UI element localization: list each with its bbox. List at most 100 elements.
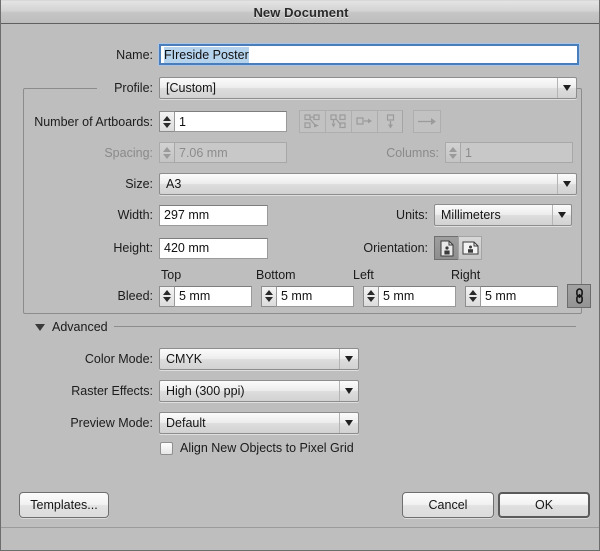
- bleed-left-stepper-group[interactable]: 5 mm: [363, 285, 456, 307]
- name-input-value: FIreside Poster: [164, 46, 249, 63]
- profile-select[interactable]: [Custom]: [159, 77, 577, 99]
- chevron-down-icon[interactable]: [35, 323, 45, 331]
- artboards-row: Number of Artboards: 1: [1, 110, 581, 133]
- units-select-value: Millimeters: [441, 208, 501, 222]
- bleed-left-header: Left: [353, 268, 374, 282]
- color-mode-label: Color Mode:: [84, 352, 153, 366]
- raster-effects-value: High (300 ppi): [166, 384, 245, 398]
- width-label: Width:: [117, 208, 153, 222]
- columns-input: 1: [460, 142, 573, 163]
- units-select[interactable]: Millimeters: [434, 204, 572, 226]
- grid-by-column-icon[interactable]: [325, 110, 351, 133]
- width-units-row: Width: 297 mm Units: Millimeters: [1, 204, 581, 226]
- name-label: Name:: [116, 47, 153, 62]
- stepper-down-icon[interactable]: [163, 122, 171, 128]
- ok-button[interactable]: OK: [498, 492, 590, 518]
- artboards-stepper-group[interactable]: 1: [159, 111, 287, 132]
- raster-effects-select[interactable]: High (300 ppi): [159, 380, 359, 402]
- bleed-top-value: 5 mm: [179, 289, 211, 303]
- arrange-right-icon[interactable]: [351, 110, 377, 133]
- chain-link-icon[interactable]: [567, 284, 591, 308]
- bleed-right-header: Right: [451, 268, 481, 282]
- spacing-columns-row: Spacing: 7.06 mm Columns: 1: [1, 142, 581, 163]
- height-label: Height:: [113, 241, 153, 255]
- bleed-top-header: Top: [161, 268, 182, 282]
- chevron-down-icon: [339, 349, 358, 369]
- bleed-right-stepper-group[interactable]: 5 mm: [465, 285, 558, 307]
- bleed-row: Bleed: 5 mm 5 mm 5 mm 5 mm: [1, 284, 591, 308]
- height-input[interactable]: 420 mm: [159, 237, 268, 259]
- advanced-separator: [114, 326, 576, 327]
- right-arrow-icon[interactable]: [413, 110, 441, 133]
- arrange-down-icon[interactable]: [377, 110, 403, 133]
- size-row: Size: A3: [1, 173, 581, 195]
- profile-row: Profile: [Custom]: [1, 77, 581, 99]
- profile-select-value: [Custom]: [166, 81, 217, 95]
- page-portrait-icon[interactable]: [434, 236, 458, 260]
- color-mode-value: CMYK: [166, 352, 203, 366]
- raster-effects-row: Raster Effects: High (300 ppi): [1, 380, 359, 402]
- bleed-top-stepper-group[interactable]: 5 mm: [159, 285, 252, 307]
- bleed-bottom-stepper[interactable]: [261, 285, 276, 307]
- artboards-input[interactable]: 1: [174, 111, 287, 132]
- columns-stepper-group: 1: [445, 142, 573, 163]
- size-select[interactable]: A3: [159, 173, 577, 195]
- size-label: Size:: [125, 177, 153, 191]
- spacing-input: 7.06 mm: [174, 142, 287, 163]
- artboards-label: Number of Artboards:: [34, 114, 153, 129]
- name-input[interactable]: FIreside Poster: [159, 44, 579, 65]
- align-pixel-grid-row[interactable]: Align New Objects to Pixel Grid: [160, 441, 354, 455]
- cancel-button-label: Cancel: [428, 498, 468, 512]
- color-mode-row: Color Mode: CMYK: [1, 348, 359, 370]
- chevron-down-icon: [552, 205, 571, 225]
- bleed-bottom-stepper-group[interactable]: 5 mm: [261, 285, 354, 307]
- bleed-bottom-input[interactable]: 5 mm: [276, 285, 354, 307]
- bleed-bottom-value: 5 mm: [281, 289, 313, 303]
- dialog-titlebar: New Document: [1, 0, 599, 24]
- cancel-button[interactable]: Cancel: [402, 492, 494, 518]
- templates-button[interactable]: Templates...: [19, 492, 109, 518]
- templates-button-label: Templates...: [30, 498, 98, 512]
- chevron-down-icon: [339, 413, 358, 433]
- color-mode-select[interactable]: CMYK: [159, 348, 359, 370]
- columns-label: Columns:: [386, 145, 439, 160]
- ok-button-label: OK: [534, 498, 554, 512]
- bleed-label: Bleed:: [117, 289, 153, 303]
- spacing-stepper-group: 7.06 mm: [159, 142, 287, 163]
- advanced-disclosure[interactable]: Advanced: [35, 320, 108, 334]
- chevron-down-icon: [339, 381, 358, 401]
- orientation-label: Orientation:: [363, 241, 428, 255]
- size-select-value: A3: [166, 177, 182, 191]
- preview-mode-select[interactable]: Default: [159, 412, 359, 434]
- preview-mode-value: Default: [166, 416, 206, 430]
- spacing-label: Spacing:: [104, 145, 153, 160]
- chevron-down-icon: [557, 174, 576, 194]
- artboards-stepper[interactable]: [159, 111, 174, 132]
- width-input[interactable]: 297 mm: [159, 204, 268, 226]
- bleed-right-stepper[interactable]: [465, 285, 480, 307]
- dialog-title: New Document: [253, 4, 349, 20]
- stepper-up-icon[interactable]: [163, 115, 171, 121]
- artboards-input-value: 1: [179, 114, 186, 129]
- units-label: Units:: [396, 208, 428, 222]
- bleed-left-value: 5 mm: [383, 289, 415, 303]
- bleed-left-input[interactable]: 5 mm: [378, 285, 456, 307]
- bleed-bottom-header: Bottom: [256, 268, 296, 282]
- bleed-top-input[interactable]: 5 mm: [174, 285, 252, 307]
- page-landscape-icon[interactable]: [458, 236, 482, 260]
- columns-input-value: 1: [465, 145, 472, 160]
- align-pixel-grid-checkbox[interactable]: [160, 441, 173, 455]
- bleed-right-value: 5 mm: [485, 289, 517, 303]
- grid-by-row-icon[interactable]: [299, 110, 325, 133]
- advanced-label: Advanced: [52, 320, 108, 334]
- bleed-top-stepper[interactable]: [159, 285, 174, 307]
- new-document-dialog: New Document Name: FIreside Poster Profi…: [0, 0, 600, 551]
- width-input-value: 297 mm: [164, 208, 210, 222]
- name-row: Name: FIreside Poster: [1, 44, 581, 65]
- bleed-left-stepper[interactable]: [363, 285, 378, 307]
- preview-mode-row: Preview Mode: Default: [1, 412, 359, 434]
- bleed-right-input[interactable]: 5 mm: [480, 285, 558, 307]
- artboard-layout-button-group[interactable]: [299, 110, 403, 133]
- profile-label: Profile:: [114, 81, 153, 95]
- orientation-button-group[interactable]: [434, 236, 482, 260]
